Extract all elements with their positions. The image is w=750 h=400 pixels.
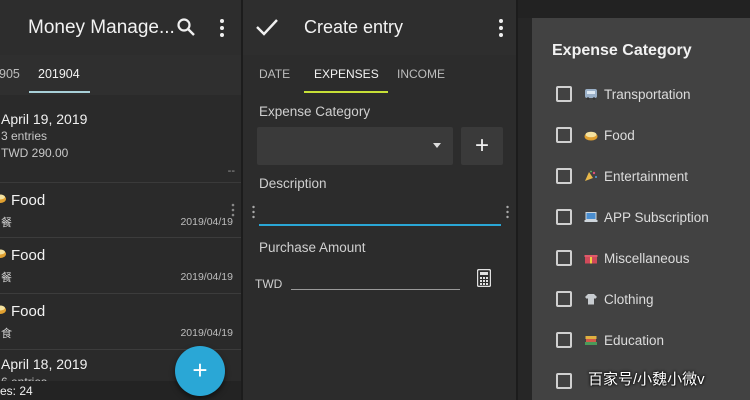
day-date: April 18, 2019 bbox=[1, 356, 88, 372]
party-emoji-icon bbox=[585, 170, 597, 181]
category-dialog-panel: Expense Category Transportation Food Ent… bbox=[518, 0, 750, 400]
list-item[interactable]: Food 餐 2019/04/19 bbox=[0, 238, 241, 294]
drag-handle-icon bbox=[252, 205, 255, 219]
tab-indicator bbox=[29, 91, 90, 93]
laptop-emoji-icon bbox=[584, 212, 598, 222]
page-title: Create entry bbox=[304, 17, 404, 37]
more-vert-icon[interactable] bbox=[231, 203, 235, 217]
purchase-amount-label: Purchase Amount bbox=[259, 240, 366, 255]
entry-date: 2019/04/19 bbox=[180, 271, 233, 283]
gift-emoji-icon bbox=[584, 255, 598, 264]
option-food[interactable]: Food bbox=[556, 124, 750, 148]
checkbox[interactable] bbox=[556, 168, 572, 184]
calculator-icon[interactable] bbox=[477, 269, 491, 287]
option-transportation[interactable]: Transportation bbox=[556, 83, 750, 107]
list-item[interactable]: Food 食 2019/04/19 bbox=[0, 294, 241, 350]
tab-prev-month[interactable]: 905 bbox=[0, 67, 20, 81]
option-label: Education bbox=[604, 333, 665, 348]
entries-panel: Money Manage... 905 201904 April 19, 201… bbox=[0, 0, 241, 400]
expense-category-label: Expense Category bbox=[259, 104, 371, 119]
summary-text: es: 24 bbox=[0, 384, 33, 398]
option-miscellaneous[interactable]: Miscellaneous bbox=[556, 247, 750, 271]
search-icon[interactable] bbox=[176, 17, 196, 37]
food-emoji-icon bbox=[0, 305, 6, 314]
tab-date[interactable]: DATE bbox=[259, 67, 290, 81]
option-education[interactable]: Education bbox=[556, 329, 750, 353]
list-item[interactable]: Food 餐 2019/04/19 bbox=[0, 183, 241, 238]
entry-note: 餐 bbox=[1, 272, 12, 284]
screen: Money Manage... 905 201904 April 19, 201… bbox=[0, 0, 750, 400]
amount-input[interactable] bbox=[291, 262, 460, 290]
tab-income[interactable]: INCOME bbox=[397, 67, 445, 81]
expense-category-dialog: Expense Category Transportation Food Ent… bbox=[532, 18, 750, 400]
checkbox[interactable] bbox=[556, 209, 572, 225]
entry-category: Food bbox=[11, 247, 46, 264]
plus-icon: + bbox=[192, 355, 208, 385]
plus-icon: + bbox=[474, 132, 489, 159]
checkbox[interactable] bbox=[556, 291, 572, 307]
day-total: TWD 290.00 bbox=[1, 146, 69, 160]
drag-handle-icon bbox=[506, 205, 509, 219]
books-emoji-icon bbox=[585, 336, 597, 345]
day-entry-count: 3 entries bbox=[1, 129, 48, 143]
entry-tabs: DATE EXPENSES INCOME bbox=[243, 55, 516, 95]
day-dash: -- bbox=[227, 165, 235, 177]
option-label: Food bbox=[604, 128, 635, 143]
checkbox[interactable] bbox=[556, 127, 572, 143]
checkbox[interactable] bbox=[556, 86, 572, 102]
option-label: Transportation bbox=[604, 87, 691, 102]
description-label: Description bbox=[259, 176, 327, 191]
currency-label: TWD bbox=[255, 277, 283, 291]
description-input[interactable] bbox=[259, 198, 501, 226]
option-label: Miscellaneous bbox=[604, 251, 690, 266]
entry-date: 2019/04/19 bbox=[180, 327, 233, 339]
more-vert-icon[interactable] bbox=[493, 17, 509, 39]
option-label: APP Subscription bbox=[604, 210, 709, 225]
food-emoji-icon bbox=[584, 131, 598, 141]
tab-indicator bbox=[304, 91, 388, 93]
option-label: Entertainment bbox=[604, 169, 689, 184]
add-entry-button[interactable]: + bbox=[175, 346, 225, 396]
option-label: Clothing bbox=[604, 292, 654, 307]
dropdown-arrow-icon bbox=[433, 143, 441, 148]
checkbox[interactable] bbox=[556, 332, 572, 348]
expense-category-dropdown[interactable] bbox=[257, 127, 453, 165]
entry-date: 2019/04/19 bbox=[180, 216, 233, 228]
entry-note: 餐 bbox=[1, 217, 12, 229]
option-app-subscription[interactable]: APP Subscription bbox=[556, 206, 750, 230]
app-bar: Create entry bbox=[243, 0, 516, 55]
app-title: Money Manage... bbox=[28, 17, 175, 38]
watermark: 百家号/小魏小微v bbox=[588, 371, 705, 388]
day-date: April 19, 2019 bbox=[1, 111, 88, 127]
check-icon[interactable] bbox=[255, 17, 279, 37]
shirt-emoji-icon bbox=[585, 294, 597, 305]
status-strip bbox=[518, 0, 750, 18]
month-tabs: 905 201904 bbox=[0, 55, 241, 95]
bus-emoji-icon bbox=[585, 89, 597, 100]
checkbox[interactable] bbox=[556, 373, 572, 389]
app-bar: Money Manage... bbox=[0, 0, 241, 55]
tab-expenses[interactable]: EXPENSES bbox=[314, 67, 379, 81]
food-emoji-icon bbox=[0, 194, 6, 203]
dialog-title: Expense Category bbox=[552, 42, 692, 59]
checkbox[interactable] bbox=[556, 250, 572, 266]
entry-category: Food bbox=[11, 303, 46, 320]
add-category-button[interactable]: + bbox=[461, 127, 503, 165]
entry-note: 食 bbox=[1, 328, 12, 340]
food-emoji-icon bbox=[0, 249, 6, 258]
option-entertainment[interactable]: Entertainment bbox=[556, 165, 750, 189]
option-clothing[interactable]: Clothing bbox=[556, 288, 750, 312]
day-header: April 19, 2019 3 entries TWD 290.00 -- bbox=[0, 95, 241, 183]
entry-category: Food bbox=[11, 192, 46, 209]
create-entry-panel: Create entry DATE EXPENSES INCOME Expens… bbox=[243, 0, 516, 400]
more-vert-icon[interactable] bbox=[214, 17, 230, 39]
tab-201904[interactable]: 201904 bbox=[38, 67, 80, 81]
